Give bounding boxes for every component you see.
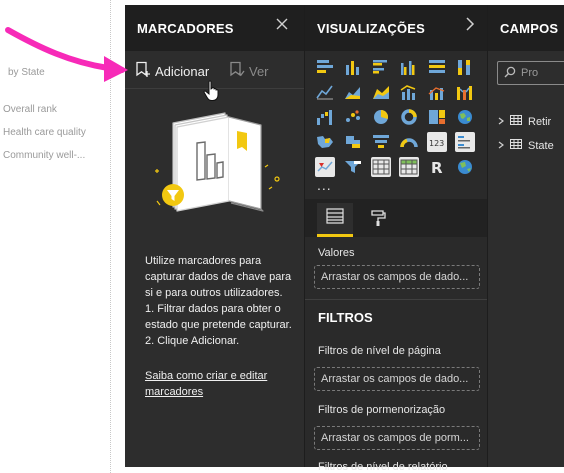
chevron-right-icon[interactable] [465,17,475,36]
values-drop-zone[interactable]: Arrastar os campos de dado... [314,265,480,289]
shape-map-icon[interactable] [343,132,363,152]
scatter-chart-icon[interactable] [343,107,363,127]
table-icon [510,115,522,128]
stacked-bar-chart-icon[interactable] [315,57,335,77]
visualizations-title: VISUALIZAÇÕES [317,21,426,36]
close-icon[interactable] [275,17,289,36]
bookmarks-title: MARCADORES [137,21,234,36]
hand-cursor-icon [203,80,221,107]
bookmarks-pane: MARCADORES Adicionar Ver Utilize marcado… [125,5,305,467]
fields-pane: CAMPOS Pro Retir State [488,5,564,467]
field-table-item[interactable]: State [498,139,554,152]
visualizations-pane: VISUALIZAÇÕES 123 R ... Valores Arrastar… [305,5,488,473]
canvas-label-health: Health care quality [3,127,86,138]
bookmark-view-icon [229,61,245,81]
drill-filters-drop-zone[interactable]: Arrastar os campos de porm... [314,426,480,450]
chevron-right-icon [498,116,504,128]
chevron-right-icon [498,140,504,152]
fields-header: CAMPOS [488,5,564,51]
report-filters-label: Filtros de nível de relatório [318,461,448,473]
gauge-icon[interactable] [399,132,419,152]
canvas-label-title: by State [8,67,45,78]
multi-row-card-icon[interactable] [455,132,475,152]
learn-more-link[interactable]: Saiba como criar e editar marcadores [145,368,303,400]
fields-well-icon [325,207,345,230]
stacked-column-chart-icon[interactable] [343,57,363,77]
fields-search-input[interactable]: Pro [497,61,564,85]
view-bookmarks-button[interactable]: Ver [229,61,269,81]
visualization-tabs [305,199,488,237]
card-icon[interactable]: 123 [427,132,447,152]
svg-text:123: 123 [429,139,444,148]
kpi-icon[interactable] [315,157,335,177]
svg-text:R: R [431,159,443,176]
bookmark-add-icon [135,61,151,81]
paint-roller-icon [370,209,386,232]
pie-chart-icon[interactable] [371,107,391,127]
area-chart-icon[interactable] [343,82,363,102]
learn-more-line: Saiba como criar e editar [145,370,268,382]
clustered-column-chart-icon[interactable] [399,57,419,77]
bookmark-illustration [153,109,288,224]
map-icon[interactable] [455,107,475,127]
learn-more-line: marcadores [145,386,204,398]
field-table-label: State [528,139,554,152]
slicer-icon[interactable] [343,157,363,177]
more-visuals-button[interactable]: ... [317,177,332,193]
add-bookmark-button[interactable]: Adicionar [135,61,209,81]
page-filters-label: Filtros de nível de página [318,345,441,357]
values-label: Valores [318,247,355,259]
page-filters-drop-zone[interactable]: Arrastar os campos de dado... [314,367,480,391]
filters-title: FILTROS [318,310,373,325]
drill-filters-label: Filtros de pormenorização [318,404,446,416]
description-line: estado que pretende capturar. [145,319,292,331]
waterfall-chart-icon[interactable] [315,107,335,127]
field-table-label: Retir [528,115,552,128]
visual-types-grid: 123 R [315,57,477,179]
description-line: 1. Filtrar dados para obter o [145,303,281,315]
search-placeholder: Pro [521,67,539,79]
description-line: Utilize marcadores para [145,255,262,267]
line-chart-icon[interactable] [315,82,335,102]
view-bookmarks-label: Ver [249,63,269,79]
clustered-bar-chart-icon[interactable] [371,57,391,77]
stacked-area-chart-icon[interactable] [371,82,391,102]
donut-chart-icon[interactable] [399,107,419,127]
r-script-visual-icon[interactable]: R [427,157,447,177]
100-stacked-column-chart-icon[interactable] [455,57,475,77]
report-canvas: by State Overall rank Health care qualit… [0,0,125,473]
100-stacked-bar-chart-icon[interactable] [427,57,447,77]
matrix-icon[interactable] [399,157,419,177]
canvas-label-overall-rank: Overall rank [3,104,57,115]
bookmarks-header: MARCADORES [125,5,305,51]
visualizations-header: VISUALIZAÇÕES [305,5,488,51]
description-line: 2. Clique Adicionar. [145,335,240,347]
treemap-icon[interactable] [427,107,447,127]
description-line: si e para outros utilizadores. [145,287,283,299]
bookmarks-description: Utilize marcadores para capturar dados d… [145,253,303,349]
ribbon-chart-icon[interactable] [455,82,475,102]
description-line: capturar dados de chave para [145,271,292,283]
line-and-clustered-column-icon[interactable] [427,82,447,102]
filled-map-icon[interactable] [315,132,335,152]
fields-tab[interactable] [317,203,353,237]
filters-header: FILTROS [305,299,488,333]
add-bookmark-label: Adicionar [155,63,210,79]
canvas-label-community: Community well-... [3,150,86,161]
field-table-item[interactable]: Retir [498,115,551,128]
table-icon[interactable] [371,157,391,177]
search-icon [504,66,516,81]
page-boundary [110,0,111,473]
fields-title: CAMPOS [500,21,559,36]
globe-icon[interactable] [455,157,475,177]
line-and-column-chart-icon[interactable] [399,82,419,102]
table-icon [510,139,522,152]
funnel-chart-icon[interactable] [371,132,391,152]
format-tab[interactable] [363,203,393,237]
